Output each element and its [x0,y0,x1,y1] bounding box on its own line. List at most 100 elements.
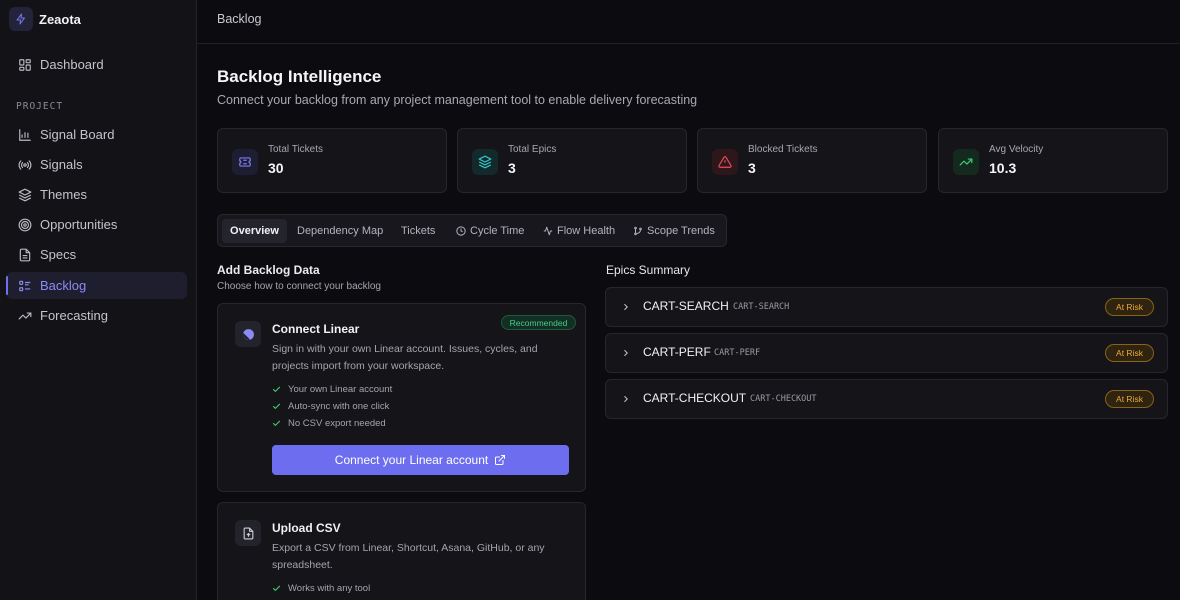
app-name: Zeaota [39,11,81,27]
feature-item: Your own Linear account [272,384,392,395]
stat-card-avg-velocity: Avg Velocity 10.3 [938,128,1168,193]
sidebar-item-label: Opportunities [40,217,118,232]
list-icon [17,278,33,294]
tab-tickets[interactable]: Tickets [393,219,443,243]
tab-cycle-time[interactable]: Cycle Time [448,219,532,243]
epics-summary-title: Epics Summary [606,263,691,277]
tab-label: Flow Health [557,225,616,237]
sidebar-item-label: Signals [40,157,83,172]
breadcrumb: Backlog [217,12,262,26]
connect-linear-button[interactable]: Connect your Linear account [272,445,569,475]
epic-row-cart-perf[interactable]: CART-PERF CART-PERF At Risk [605,333,1168,373]
tab-overview[interactable]: Overview [222,219,287,243]
bar-chart-icon [17,127,33,143]
chevron-right-icon [624,396,628,402]
epic-name: CART-CHECKOUT [643,391,747,405]
target-icon [17,217,33,233]
feature-label: Your own Linear account [288,384,393,395]
tab-label: Dependency Map [297,225,384,237]
sidebar-item-signals[interactable]: Signals [6,151,187,178]
tab-flow-health[interactable]: Flow Health [535,219,623,243]
stat-card-total-epics: Total Epics 3 [457,128,687,193]
sidebar: Zeaota Dashboard PROJECT Signal Board Si… [0,0,197,600]
page-title: Backlog Intelligence [217,67,382,86]
card-description: Sign in with your own Linear account. Is… [272,343,538,372]
sidebar-item-label: Dashboard [40,57,104,72]
epic-code: CART-PERF [714,348,761,358]
tab-scope-trends[interactable]: Scope Trends [625,219,723,243]
sidebar-item-backlog[interactable]: Backlog [6,272,187,299]
feature-item: Works with any tool [272,583,370,594]
epic-code: CART-SEARCH [733,302,790,312]
card-title: Connect Linear [272,322,360,336]
connect-linear-card: Recommended Connect Linear Sign in with … [217,303,586,492]
section-label-project: PROJECT [16,101,64,112]
lightning-logo-icon [9,7,33,31]
sidebar-item-label: Themes [40,187,87,202]
check-icon [272,585,281,592]
card-title: Upload CSV [272,521,341,535]
button-label: Connect your Linear account [334,453,489,467]
alert-triangle-icon [712,149,738,175]
feature-label: No CSV export needed [288,418,386,429]
stat-label: Avg Velocity [989,144,1044,155]
git-branch-icon [634,226,642,236]
sidebar-item-dashboard[interactable]: Dashboard [6,51,187,78]
chevron-right-icon [624,350,628,356]
radio-waves-icon [17,157,33,173]
page-subtitle: Connect your backlog from any project ma… [217,93,698,107]
recommended-badge: Recommended [501,315,576,330]
sidebar-item-themes[interactable]: Themes [6,181,187,208]
layers-icon [472,149,498,175]
sidebar-item-label: Signal Board [40,127,115,142]
activity-icon [543,226,553,236]
layers-icon [17,187,33,203]
sidebar-item-opportunities[interactable]: Opportunities [6,211,187,238]
sidebar-item-signal-board[interactable]: Signal Board [6,121,187,148]
stat-label: Total Tickets [268,144,324,155]
tab-label: Overview [230,225,279,237]
feature-label: Works with any tool [288,583,371,594]
dashboard-grid-icon [17,57,33,73]
status-badge: At Risk [1105,344,1154,362]
tab-label: Scope Trends [647,225,715,237]
topbar: Backlog [197,0,1180,44]
tab-label: Tickets [401,225,436,237]
epic-row-cart-search[interactable]: CART-SEARCH CART-SEARCH At Risk [605,287,1168,327]
stat-card-blocked-tickets: Blocked Tickets 3 [697,128,927,193]
add-data-subtitle: Choose how to connect your backlog [217,281,381,292]
stat-value: 3 [508,160,516,176]
feature-item: Auto-sync with one click [272,401,389,412]
stat-value: 30 [268,160,284,176]
epic-code: CART-CHECKOUT [750,394,817,404]
tab-dependency-map[interactable]: Dependency Map [289,219,391,243]
linear-logo-icon [235,321,261,347]
stat-card-total-tickets: Total Tickets 30 [217,128,447,193]
status-badge: At Risk [1105,298,1154,316]
sidebar-item-label: Forecasting [40,308,108,323]
chevron-right-icon [624,304,628,310]
epic-name: CART-SEARCH [643,299,729,313]
stat-value: 3 [748,160,756,176]
stat-value: 10.3 [989,160,1017,176]
external-link-icon [495,455,506,465]
file-upload-icon [235,520,261,546]
upload-csv-card: Upload CSV Export a CSV from Linear, Sho… [217,502,586,600]
trending-up-icon [953,149,979,175]
brand[interactable]: Zeaota [9,7,81,31]
epic-row-cart-checkout[interactable]: CART-CHECKOUT CART-CHECKOUT At Risk [605,379,1168,419]
sidebar-item-forecasting[interactable]: Forecasting [6,302,187,329]
sidebar-item-label: Backlog [40,278,87,293]
check-icon [272,403,281,410]
document-icon [17,247,33,263]
trending-up-icon [17,308,33,324]
tab-label: Cycle Time [470,225,525,237]
feature-item: No CSV export needed [272,418,386,429]
clock-icon [456,226,466,236]
stat-label: Blocked Tickets [748,144,818,155]
ticket-icon [232,149,258,175]
status-badge: At Risk [1105,390,1154,408]
tab-bar: Overview Dependency Map Tickets Cycle Ti… [217,214,727,247]
sidebar-item-specs[interactable]: Specs [6,241,187,268]
sidebar-item-label: Specs [40,247,77,262]
